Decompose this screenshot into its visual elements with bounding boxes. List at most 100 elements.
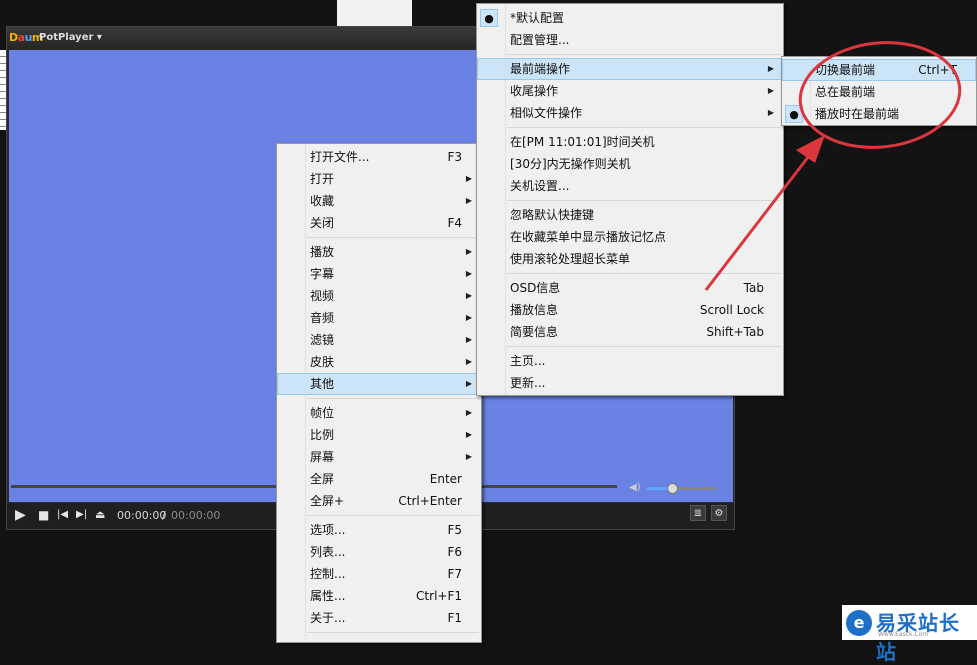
- menu-item[interactable]: 配置管理...: [477, 29, 783, 51]
- watermark-logo: e: [846, 610, 872, 636]
- stop-icon[interactable]: ■: [38, 508, 49, 522]
- menu-item-shortcut: Ctrl+T: [918, 63, 957, 77]
- menu-item[interactable]: ● *默认配置: [477, 7, 783, 29]
- menu-item-shortcut: F7: [447, 567, 462, 581]
- annotation-arrow-head: [796, 135, 825, 163]
- menu-item-shortcut: Ctrl+Enter: [398, 494, 462, 508]
- menu-separator: [507, 346, 781, 347]
- menu-item[interactable]: 皮肤 ▶: [277, 351, 481, 373]
- menu-item[interactable]: 打开 ▶: [277, 168, 481, 190]
- menu-item[interactable]: 滤镜 ▶: [277, 329, 481, 351]
- chevron-right-icon: ▶: [465, 269, 472, 278]
- menu-item-shortcut: F6: [447, 545, 462, 559]
- menu-item[interactable]: ● 播放时在最前端: [782, 103, 976, 125]
- chevron-right-icon: ▶: [465, 174, 472, 183]
- menu-item[interactable]: 全屏+ Ctrl+Enter: [277, 490, 481, 512]
- menu-item[interactable]: 切换最前端 Ctrl+T: [782, 59, 976, 81]
- menu-item[interactable]: 控制... F7: [277, 563, 481, 585]
- menu-item[interactable]: 最前端操作 ▶: [477, 58, 783, 80]
- menu-item[interactable]: 在收藏菜单中显示播放记忆点: [477, 226, 783, 248]
- time-separator: /: [162, 509, 166, 522]
- menu-item[interactable]: 播放 ▶: [277, 241, 481, 263]
- menu-item-label: 最前端操作: [510, 62, 571, 76]
- chevron-right-icon: ▶: [465, 196, 472, 205]
- menu-item-label: 忽略默认快捷键: [510, 208, 595, 222]
- menu-item-shortcut: F3: [447, 150, 462, 164]
- menu-separator: [307, 398, 479, 399]
- menu-item-label: OSD信息: [510, 281, 561, 295]
- menu-item[interactable]: 其他 ▶: [277, 373, 481, 395]
- menu-item[interactable]: 更新...: [477, 372, 783, 394]
- menu-item[interactable]: 播放信息 Scroll Lock: [477, 299, 783, 321]
- menu-item[interactable]: 打开文件... F3: [277, 146, 481, 168]
- menu-item[interactable]: 关闭 F4: [277, 212, 481, 234]
- chevron-right-icon: ▶: [465, 357, 472, 366]
- menu-item[interactable]: 属性... Ctrl+F1: [277, 585, 481, 607]
- menu-separator: [507, 54, 781, 55]
- chevron-right-icon: ▶: [465, 408, 472, 417]
- next-icon[interactable]: ▶|: [76, 508, 87, 522]
- menu-item[interactable]: 收尾操作 ▶: [477, 80, 783, 102]
- menu-item-label: 屏幕: [310, 450, 335, 464]
- menu-item-label: 全屏+: [310, 494, 345, 508]
- menu-item-label: 收尾操作: [510, 84, 559, 98]
- menu-item[interactable]: 列表... F6: [277, 541, 481, 563]
- chevron-right-icon: ▶: [465, 335, 472, 344]
- volume-icon[interactable]: ◀): [629, 482, 641, 493]
- menu-item[interactable]: 在[PM 11:01:01]时间关机: [477, 131, 783, 153]
- menu-item-label: 属性...: [310, 589, 346, 603]
- menu-item[interactable]: 总在最前端: [782, 81, 976, 103]
- menu-item-label: 播放: [310, 245, 335, 259]
- playlist-icon[interactable]: ≣: [690, 505, 706, 521]
- menu-item[interactable]: OSD信息 Tab: [477, 277, 783, 299]
- menu-item-shortcut: F1: [447, 611, 462, 625]
- menu-item-label: *默认配置: [510, 11, 565, 25]
- ontop-submenu: 切换最前端 Ctrl+T 总在最前端 ● 播放时在最前端: [781, 56, 977, 126]
- menu-item-label: 其他: [310, 377, 335, 391]
- other-submenu: ● *默认配置 配置管理... 最前端操作 ▶ 收尾操作 ▶ 相似文件操作 ▶ 在[PM 11:0…: [476, 3, 784, 396]
- menu-item-label: 比例: [310, 428, 335, 442]
- menu-separator: [507, 273, 781, 274]
- menu-item-label: 相似文件操作: [510, 106, 583, 120]
- player-name-button[interactable]: PotPlayer ▾: [39, 32, 102, 43]
- menu-item[interactable]: 视频 ▶: [277, 285, 481, 307]
- chevron-right-icon: ▶: [465, 313, 472, 322]
- gear-icon[interactable]: ⚙: [711, 505, 727, 521]
- menu-item[interactable]: 相似文件操作 ▶: [477, 102, 783, 124]
- menu-item[interactable]: 音频 ▶: [277, 307, 481, 329]
- menu-item[interactable]: 关机设置...: [477, 175, 783, 197]
- menu-item[interactable]: 关于... F1: [277, 607, 481, 629]
- menu-item[interactable]: 简要信息 Shift+Tab: [477, 321, 783, 343]
- menu-item[interactable]: 帧位 ▶: [277, 402, 481, 424]
- menu-item[interactable]: 选项... F5: [277, 519, 481, 541]
- volume-slider[interactable]: [647, 487, 717, 490]
- menu-item-label: 选项...: [310, 523, 346, 537]
- menu-item-label: 总在最前端: [815, 85, 876, 99]
- context-menu: 打开文件... F3 打开 ▶ 收藏 ▶ 关闭 F4 播放 ▶ 字幕 ▶ 视频 ▶ 音频 ▶ 滤镜 ▶ 皮肤 ▶ 其他 ▶…: [276, 143, 482, 643]
- menu-separator: [507, 127, 781, 128]
- chevron-right-icon: ▶: [767, 64, 774, 73]
- menu-item[interactable]: 忽略默认快捷键: [477, 204, 783, 226]
- menu-item-label: 收藏: [310, 194, 335, 208]
- menu-item[interactable]: 使用滚轮处理超长菜单: [477, 248, 783, 270]
- menu-item[interactable]: 主页...: [477, 350, 783, 372]
- menu-item[interactable]: 比例 ▶: [277, 424, 481, 446]
- volume-knob[interactable]: [667, 483, 678, 494]
- menu-item[interactable]: 全屏 Enter: [277, 468, 481, 490]
- time-total: 00:00:00: [171, 509, 221, 522]
- menu-item[interactable]: [30分]内无操作则关机: [477, 153, 783, 175]
- eject-icon[interactable]: ⏏: [95, 508, 105, 522]
- menu-item[interactable]: 字幕 ▶: [277, 263, 481, 285]
- play-icon[interactable]: ▶: [15, 508, 26, 522]
- menu-item-shortcut: F5: [447, 523, 462, 537]
- menu-item[interactable]: 屏幕 ▶: [277, 446, 481, 468]
- menu-item-label: 列表...: [310, 545, 346, 559]
- menu-item[interactable]: 收藏 ▶: [277, 190, 481, 212]
- menu-item-label: 字幕: [310, 267, 335, 281]
- prev-icon[interactable]: |◀: [57, 508, 68, 522]
- menu-item-shortcut: Scroll Lock: [699, 303, 764, 317]
- menu-item-label: 滤镜: [310, 333, 335, 347]
- menu-item-label: 关机设置...: [510, 179, 570, 193]
- watermark: e 易采站长站 Www.Easck.Com: [842, 605, 977, 664]
- menu-item-shortcut: Tab: [743, 281, 764, 295]
